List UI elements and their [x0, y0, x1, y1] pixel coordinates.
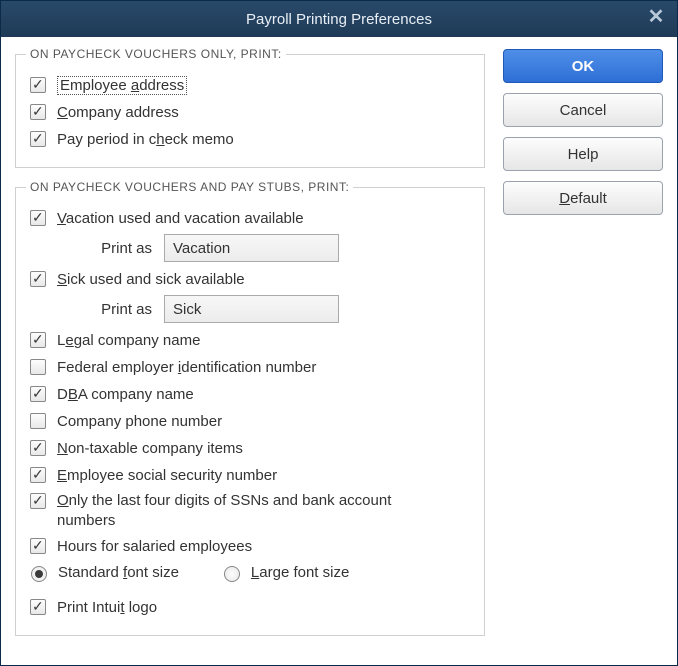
- help-button[interactable]: Help: [503, 137, 663, 171]
- group-vouchers-only: ON PAYCHECK VOUCHERS ONLY, PRINT: Employ…: [15, 47, 485, 168]
- payroll-printing-preferences-dialog: Payroll Printing Preferences ✕ ON PAYCHE…: [0, 0, 678, 666]
- intuit-logo-checkbox[interactable]: [30, 599, 46, 615]
- row-company-address: Company address: [26, 101, 474, 123]
- opt-large-font: Large font size: [219, 563, 349, 582]
- intuit-logo-label: Print Intuit logo: [57, 599, 157, 616]
- pay-period-memo-checkbox[interactable]: [30, 131, 46, 147]
- row-last4: Only the last four digits of SSNs and ba…: [26, 491, 474, 530]
- row-employee-address: Employee address: [26, 74, 474, 96]
- row-hours-salaried: Hours for salaried employees: [26, 535, 474, 557]
- row-sick: Sick used and sick available: [26, 268, 474, 290]
- hours-salaried-label: Hours for salaried employees: [57, 538, 252, 555]
- row-pay-period-memo: Pay period in check memo: [26, 128, 474, 150]
- group-vouchers-only-legend: ON PAYCHECK VOUCHERS ONLY, PRINT:: [26, 47, 286, 61]
- fein-label: Federal employer identification number: [57, 359, 316, 376]
- company-address-label: Company address: [57, 104, 179, 121]
- sick-checkbox[interactable]: [30, 271, 46, 287]
- ssn-checkbox[interactable]: [30, 467, 46, 483]
- large-font-radio[interactable]: [224, 566, 240, 582]
- dialog-title: Payroll Printing Preferences: [246, 11, 432, 28]
- company-phone-label: Company phone number: [57, 413, 222, 430]
- row-legal-name: Legal company name: [26, 329, 474, 351]
- cancel-button[interactable]: Cancel: [503, 93, 663, 127]
- employee-address-checkbox[interactable]: [30, 77, 46, 93]
- row-fein: Federal employer identification number: [26, 356, 474, 378]
- sick-printas-input[interactable]: [164, 295, 339, 323]
- button-column: OK Cancel Help Default: [503, 47, 663, 215]
- hours-salaried-checkbox[interactable]: [30, 538, 46, 554]
- standard-font-radio[interactable]: [31, 566, 47, 582]
- ok-button[interactable]: OK: [503, 49, 663, 83]
- vacation-label: Vacation used and vacation available: [57, 210, 304, 227]
- large-font-label: Large font size: [251, 564, 349, 581]
- company-address-checkbox[interactable]: [30, 104, 46, 120]
- employee-address-label: Employee address: [57, 77, 187, 94]
- row-company-phone: Company phone number: [26, 410, 474, 432]
- options-pane: ON PAYCHECK VOUCHERS ONLY, PRINT: Employ…: [15, 47, 485, 648]
- default-button[interactable]: Default: [503, 181, 663, 215]
- vacation-printas-input[interactable]: [164, 234, 339, 262]
- row-vacation-printas: Print as: [82, 234, 474, 262]
- row-dba-name: DBA company name: [26, 383, 474, 405]
- row-sick-printas: Print as: [82, 295, 474, 323]
- close-icon[interactable]: ✕: [645, 7, 667, 29]
- legal-name-checkbox[interactable]: [30, 332, 46, 348]
- sick-printas-label: Print as: [82, 301, 152, 318]
- dialog-body: ON PAYCHECK VOUCHERS ONLY, PRINT: Employ…: [1, 37, 677, 665]
- dba-name-label: DBA company name: [57, 386, 194, 403]
- company-phone-checkbox[interactable]: [30, 413, 46, 429]
- sick-label: Sick used and sick available: [57, 271, 245, 288]
- group-vouchers-and-stubs: ON PAYCHECK VOUCHERS AND PAY STUBS, PRIN…: [15, 180, 485, 636]
- row-ssn: Employee social security number: [26, 464, 474, 486]
- row-intuit-logo: Print Intuit logo: [26, 596, 474, 618]
- legal-name-label: Legal company name: [57, 332, 200, 349]
- last4-label: Only the last four digits of SSNs and ba…: [57, 491, 437, 530]
- nontaxable-checkbox[interactable]: [30, 440, 46, 456]
- group-vouchers-and-stubs-legend: ON PAYCHECK VOUCHERS AND PAY STUBS, PRIN…: [26, 180, 353, 194]
- titlebar: Payroll Printing Preferences ✕: [1, 1, 677, 37]
- row-font-size: Standard font size Large font size: [26, 563, 474, 582]
- opt-standard-font: Standard font size: [26, 563, 179, 582]
- dba-name-checkbox[interactable]: [30, 386, 46, 402]
- row-vacation: Vacation used and vacation available: [26, 207, 474, 229]
- pay-period-memo-label: Pay period in check memo: [57, 131, 234, 148]
- standard-font-label: Standard font size: [58, 564, 179, 581]
- last4-checkbox[interactable]: [30, 493, 46, 509]
- vacation-printas-label: Print as: [82, 240, 152, 257]
- vacation-checkbox[interactable]: [30, 210, 46, 226]
- row-nontaxable: Non-taxable company items: [26, 437, 474, 459]
- ssn-label: Employee social security number: [57, 467, 277, 484]
- nontaxable-label: Non-taxable company items: [57, 440, 243, 457]
- fein-checkbox[interactable]: [30, 359, 46, 375]
